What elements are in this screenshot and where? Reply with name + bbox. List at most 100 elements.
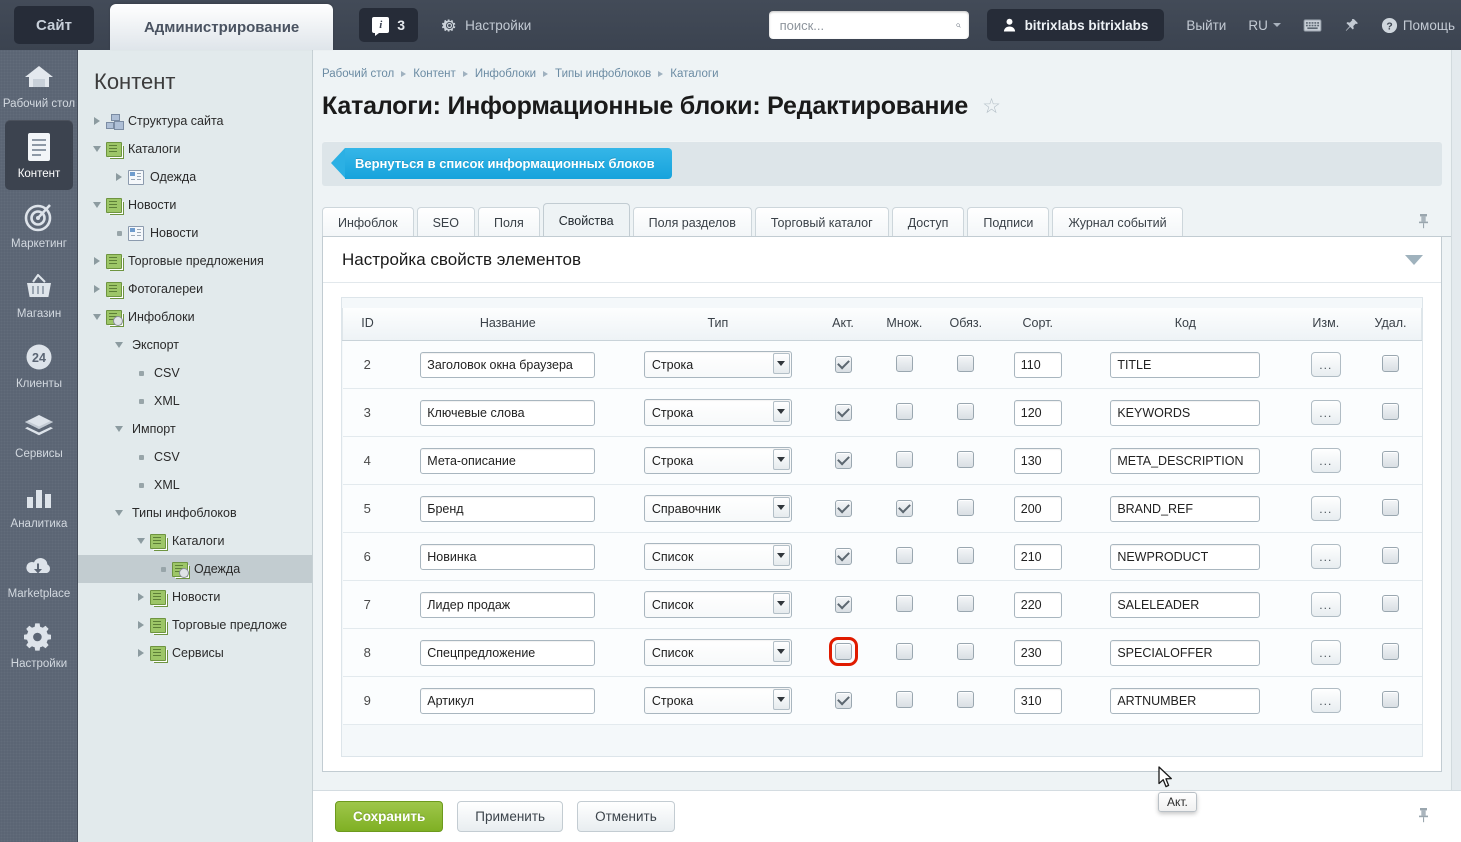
property-sort-input[interactable] xyxy=(1013,639,1062,666)
active-checkbox[interactable] xyxy=(834,356,852,373)
tab-поля[interactable]: Поля xyxy=(477,207,540,237)
help-link[interactable]: ? Помощь xyxy=(1381,17,1455,34)
multiple-checkbox[interactable] xyxy=(895,354,913,372)
property-code-input[interactable] xyxy=(1110,447,1261,474)
edit-property-button[interactable]: ... xyxy=(1310,352,1341,377)
chevron-down-icon[interactable] xyxy=(772,353,790,374)
sidebar-item-экспорт[interactable]: Экспорт xyxy=(78,331,312,359)
sidebar-item-импорт[interactable]: Импорт xyxy=(78,415,312,443)
logout-link[interactable]: Выйти xyxy=(1186,18,1226,33)
property-type-select[interactable]: Строка xyxy=(643,447,792,474)
rail-item-marketplace[interactable]: Marketplace xyxy=(0,540,78,610)
sidebar-item-новости[interactable]: Новости xyxy=(78,191,312,219)
search-icon[interactable] xyxy=(955,18,961,33)
chevron-down-icon[interactable] xyxy=(772,545,790,566)
property-name-input[interactable] xyxy=(420,543,596,570)
rail-item-магазин[interactable]: Магазин xyxy=(0,260,78,330)
property-name-input[interactable] xyxy=(420,495,596,522)
sidebar-item-инфоблоки[interactable]: Инфоблоки xyxy=(78,303,312,331)
sidebar-item-каталоги[interactable]: Каталоги xyxy=(78,527,312,555)
tab-подписи[interactable]: Подписи xyxy=(967,207,1050,237)
property-name-input[interactable] xyxy=(420,351,596,378)
multiple-checkbox[interactable] xyxy=(895,546,913,564)
chevron-down-icon[interactable] xyxy=(772,689,790,710)
property-code-input[interactable] xyxy=(1110,543,1261,570)
multiple-checkbox[interactable] xyxy=(895,594,913,612)
breadcrumb-item[interactable]: Рабочий стол xyxy=(322,68,394,80)
property-type-select[interactable]: Строка xyxy=(643,399,792,426)
pin-tabs-button[interactable] xyxy=(1418,213,1429,232)
chevron-down-icon[interactable] xyxy=(772,449,790,470)
active-checkbox[interactable] xyxy=(834,500,852,517)
sidebar-item-одежда[interactable]: Одежда xyxy=(78,163,312,191)
edit-property-button[interactable]: ... xyxy=(1310,688,1341,713)
property-type-value[interactable]: Список xyxy=(643,639,792,666)
search-input[interactable] xyxy=(779,17,956,33)
rail-item-аналитика[interactable]: Аналитика xyxy=(0,470,78,540)
property-sort-input[interactable] xyxy=(1013,495,1062,522)
property-sort-input[interactable] xyxy=(1013,543,1062,570)
user-menu[interactable]: bitrixlabs bitrixlabs xyxy=(986,9,1165,41)
property-sort-input[interactable] xyxy=(1013,591,1062,618)
multiple-checkbox[interactable] xyxy=(895,402,913,420)
delete-checkbox[interactable] xyxy=(1382,546,1400,564)
edit-property-button[interactable]: ... xyxy=(1310,496,1341,521)
edit-property-button[interactable]: ... xyxy=(1310,448,1341,473)
apply-button[interactable]: Применить xyxy=(457,801,564,832)
delete-checkbox[interactable] xyxy=(1382,354,1400,372)
breadcrumb-item[interactable]: Инфоблоки xyxy=(475,68,536,80)
sidebar-item-сервисы[interactable]: Сервисы xyxy=(78,639,312,667)
delete-checkbox[interactable] xyxy=(1382,450,1400,468)
property-name-input[interactable] xyxy=(420,687,596,714)
rail-item-настройки[interactable]: Настройки xyxy=(0,610,78,680)
sidebar-item-csv[interactable]: CSV xyxy=(78,359,312,387)
breadcrumb-item[interactable]: Типы инфоблоков xyxy=(555,68,651,80)
property-type-value[interactable]: Строка xyxy=(643,687,792,714)
multiple-checkbox[interactable] xyxy=(895,500,913,517)
delete-checkbox[interactable] xyxy=(1382,594,1400,612)
search-box[interactable] xyxy=(768,11,969,39)
chevron-down-icon[interactable] xyxy=(772,401,790,422)
rail-item-сервисы[interactable]: Сервисы xyxy=(0,400,78,470)
property-code-input[interactable] xyxy=(1110,399,1261,426)
save-button[interactable]: Сохранить xyxy=(335,801,444,832)
sidebar-item-структура-сайта[interactable]: Структура сайта xyxy=(78,107,312,135)
required-checkbox[interactable] xyxy=(957,594,975,612)
property-sort-input[interactable] xyxy=(1013,351,1062,378)
property-type-value[interactable]: Строка xyxy=(643,399,792,426)
breadcrumb-item[interactable]: Каталоги xyxy=(670,68,718,80)
delete-checkbox[interactable] xyxy=(1382,690,1400,708)
chevron-down-icon[interactable] xyxy=(1405,254,1423,265)
property-type-select[interactable]: Строка xyxy=(643,351,792,378)
property-code-input[interactable] xyxy=(1110,591,1261,618)
sidebar-item-новости[interactable]: Новости xyxy=(78,583,312,611)
sidebar-item-типы-инфоблоков[interactable]: Типы инфоблоков xyxy=(78,499,312,527)
pin-panel-button[interactable] xyxy=(1344,18,1359,33)
breadcrumb-item[interactable]: Контент xyxy=(413,68,456,80)
tab-инфоблок[interactable]: Инфоблок xyxy=(322,207,414,237)
keyboard-shortcuts-button[interactable] xyxy=(1303,18,1322,33)
pin-action-bar-button[interactable] xyxy=(1418,807,1429,826)
tab-свойства[interactable]: Свойства xyxy=(542,203,630,237)
active-checkbox[interactable] xyxy=(834,692,852,709)
property-name-input[interactable] xyxy=(420,447,596,474)
property-type-select[interactable]: Список xyxy=(643,639,792,666)
property-name-input[interactable] xyxy=(420,591,596,618)
language-switcher[interactable]: RU xyxy=(1248,18,1281,33)
back-to-list-button[interactable]: Вернуться в список информационных блоков xyxy=(331,148,672,179)
chevron-down-icon[interactable] xyxy=(772,593,790,614)
property-sort-input[interactable] xyxy=(1013,687,1062,714)
delete-checkbox[interactable] xyxy=(1382,642,1400,660)
multiple-checkbox[interactable] xyxy=(895,690,913,708)
cancel-button[interactable]: Отменить xyxy=(577,801,675,832)
property-sort-input[interactable] xyxy=(1013,399,1062,426)
property-type-select[interactable]: Список xyxy=(643,591,792,618)
multiple-checkbox[interactable] xyxy=(895,642,913,660)
page-scrollbar[interactable] xyxy=(1451,50,1461,842)
required-checkbox[interactable] xyxy=(957,690,975,708)
edit-property-button[interactable]: ... xyxy=(1310,544,1341,569)
required-checkbox[interactable] xyxy=(957,354,975,372)
sidebar-item-xml[interactable]: XML xyxy=(78,387,312,415)
tab-журнал-событий[interactable]: Журнал событий xyxy=(1052,207,1183,237)
tab-seo[interactable]: SEO xyxy=(416,207,475,237)
